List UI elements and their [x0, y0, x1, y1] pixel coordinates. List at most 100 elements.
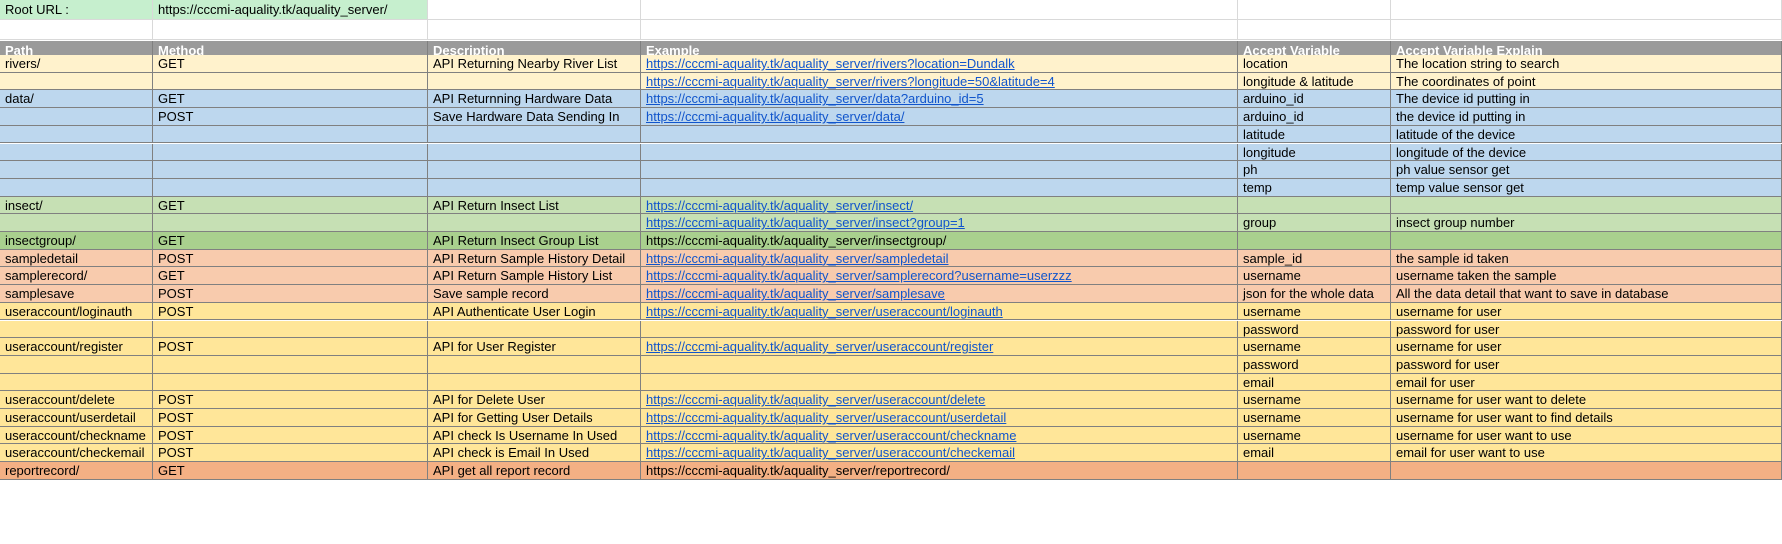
cell-accept-variable-explain[interactable]: All the data detail that want to save in… [1391, 285, 1782, 303]
example-link[interactable]: https://cccmi-aquality.tk/aquality_serve… [646, 339, 993, 354]
cell-method[interactable] [153, 161, 428, 179]
cell-example[interactable]: https://cccmi-aquality.tk/aquality_serve… [641, 444, 1238, 463]
cell-accept-variable[interactable]: username [1238, 302, 1391, 321]
cell-example[interactable]: https://cccmi-aquality.tk/aquality_serve… [641, 72, 1238, 91]
cell-path[interactable]: useraccount/register [0, 338, 153, 356]
cell-description[interactable]: API Return Sample History Detail [428, 249, 641, 268]
cell-accept-variable[interactable] [1238, 196, 1391, 215]
empty-cell[interactable] [1391, 0, 1782, 20]
cell-path[interactable]: rivers/ [0, 55, 153, 73]
cell-accept-variable[interactable]: arduino_id [1238, 90, 1391, 109]
cell-example[interactable]: https://cccmi-aquality.tk/aquality_serve… [641, 196, 1238, 215]
example-link[interactable]: https://cccmi-aquality.tk/aquality_serve… [646, 286, 945, 301]
cell-method[interactable] [153, 214, 428, 232]
example-link[interactable]: https://cccmi-aquality.tk/aquality_serve… [646, 268, 1072, 283]
cell-example[interactable]: https://cccmi-aquality.tk/aquality_serve… [641, 462, 1238, 480]
cell-accept-variable-explain[interactable]: temp value sensor get [1391, 178, 1782, 197]
example-link[interactable]: https://cccmi-aquality.tk/aquality_serve… [646, 445, 1015, 460]
cell-method[interactable]: POST [153, 444, 428, 463]
cell-accept-variable[interactable]: latitude [1238, 125, 1391, 144]
cell-path[interactable]: useraccount/loginauth [0, 302, 153, 321]
empty-cell[interactable] [1391, 20, 1782, 40]
cell-description[interactable] [428, 320, 641, 339]
cell-accept-variable-explain[interactable]: username taken the sample [1391, 267, 1782, 286]
cell-accept-variable-explain[interactable]: email for user want to use [1391, 444, 1782, 463]
cell-accept-variable[interactable] [1238, 232, 1391, 250]
cell-accept-variable[interactable]: group [1238, 214, 1391, 232]
cell-path[interactable] [0, 161, 153, 179]
cell-method[interactable]: GET [153, 232, 428, 250]
cell-accept-variable-explain[interactable]: The location string to search [1391, 55, 1782, 73]
cell-method[interactable] [153, 373, 428, 392]
cell-path[interactable]: useraccount/delete [0, 391, 153, 409]
cell-accept-variable[interactable]: location [1238, 55, 1391, 73]
example-link[interactable]: https://cccmi-aquality.tk/aquality_serve… [646, 251, 949, 266]
cell-description[interactable]: API check Is Username In Used [428, 426, 641, 445]
cell-path[interactable]: samplesave [0, 285, 153, 303]
cell-method[interactable]: POST [153, 338, 428, 356]
cell-description[interactable]: Save Hardware Data Sending In [428, 108, 641, 126]
empty-cell[interactable] [641, 0, 1238, 20]
cell-method[interactable]: POST [153, 302, 428, 321]
cell-accept-variable[interactable]: username [1238, 391, 1391, 409]
cell-accept-variable-explain[interactable]: username for user want to delete [1391, 391, 1782, 409]
cell-path[interactable] [0, 214, 153, 232]
cell-path[interactable]: sampledetail [0, 249, 153, 268]
empty-cell[interactable] [0, 20, 153, 40]
cell-description[interactable]: API Return Insect List [428, 196, 641, 215]
empty-cell[interactable] [153, 20, 428, 40]
cell-accept-variable-explain[interactable]: password for user [1391, 320, 1782, 339]
cell-accept-variable[interactable]: username [1238, 426, 1391, 445]
empty-cell[interactable] [1238, 0, 1391, 20]
cell-accept-variable-explain[interactable]: The coordinates of point [1391, 72, 1782, 91]
empty-cell[interactable] [641, 20, 1238, 40]
cell-accept-variable-explain[interactable]: longitude of the device [1391, 143, 1782, 162]
cell-description[interactable]: API for Delete User [428, 391, 641, 409]
cell-method[interactable]: POST [153, 409, 428, 427]
cell-example[interactable] [641, 373, 1238, 392]
cell-description[interactable]: API Returning Nearby River List [428, 55, 641, 73]
cell-description[interactable] [428, 161, 641, 179]
cell-accept-variable-explain[interactable] [1391, 232, 1782, 250]
cell-example[interactable]: https://cccmi-aquality.tk/aquality_serve… [641, 285, 1238, 303]
example-link[interactable]: https://cccmi-aquality.tk/aquality_serve… [646, 392, 985, 407]
example-link[interactable]: https://cccmi-aquality.tk/aquality_serve… [646, 198, 913, 213]
cell-example[interactable] [641, 355, 1238, 374]
cell-example[interactable]: https://cccmi-aquality.tk/aquality_serve… [641, 391, 1238, 409]
cell-accept-variable[interactable]: password [1238, 320, 1391, 339]
cell-path[interactable]: data/ [0, 90, 153, 109]
cell-accept-variable-explain[interactable]: username for user [1391, 302, 1782, 321]
cell-path[interactable] [0, 108, 153, 126]
cell-example[interactable]: https://cccmi-aquality.tk/aquality_serve… [641, 232, 1238, 250]
empty-cell[interactable] [428, 0, 641, 20]
cell-example[interactable] [641, 125, 1238, 144]
example-link[interactable]: https://cccmi-aquality.tk/aquality_serve… [646, 91, 984, 106]
example-link[interactable]: https://cccmi-aquality.tk/aquality_serve… [646, 304, 1003, 319]
cell-path[interactable]: useraccount/checkemail [0, 444, 153, 463]
empty-cell[interactable] [428, 20, 641, 40]
cell-method[interactable]: GET [153, 267, 428, 286]
cell-accept-variable[interactable]: username [1238, 338, 1391, 356]
cell-example[interactable] [641, 320, 1238, 339]
cell-accept-variable[interactable]: json for the whole data [1238, 285, 1391, 303]
cell-path[interactable] [0, 143, 153, 162]
cell-description[interactable]: API check is Email In Used [428, 444, 641, 463]
cell-example[interactable] [641, 178, 1238, 197]
cell-accept-variable-explain[interactable]: username for user want to find details [1391, 409, 1782, 427]
cell-accept-variable-explain[interactable]: ph value sensor get [1391, 161, 1782, 179]
cell-accept-variable[interactable]: ph [1238, 161, 1391, 179]
cell-description[interactable]: Save sample record [428, 285, 641, 303]
cell-path[interactable] [0, 125, 153, 144]
cell-description[interactable]: API Return Insect Group List [428, 232, 641, 250]
cell-description[interactable] [428, 373, 641, 392]
cell-accept-variable[interactable]: email [1238, 444, 1391, 463]
cell-path[interactable] [0, 320, 153, 339]
cell-example[interactable]: https://cccmi-aquality.tk/aquality_serve… [641, 338, 1238, 356]
cell-example[interactable]: https://cccmi-aquality.tk/aquality_serve… [641, 90, 1238, 109]
cell-accept-variable[interactable]: email [1238, 373, 1391, 392]
cell-method[interactable]: POST [153, 391, 428, 409]
cell-method[interactable]: GET [153, 196, 428, 215]
cell-example[interactable]: https://cccmi-aquality.tk/aquality_serve… [641, 214, 1238, 232]
cell-method[interactable] [153, 125, 428, 144]
cell-path[interactable] [0, 72, 153, 91]
